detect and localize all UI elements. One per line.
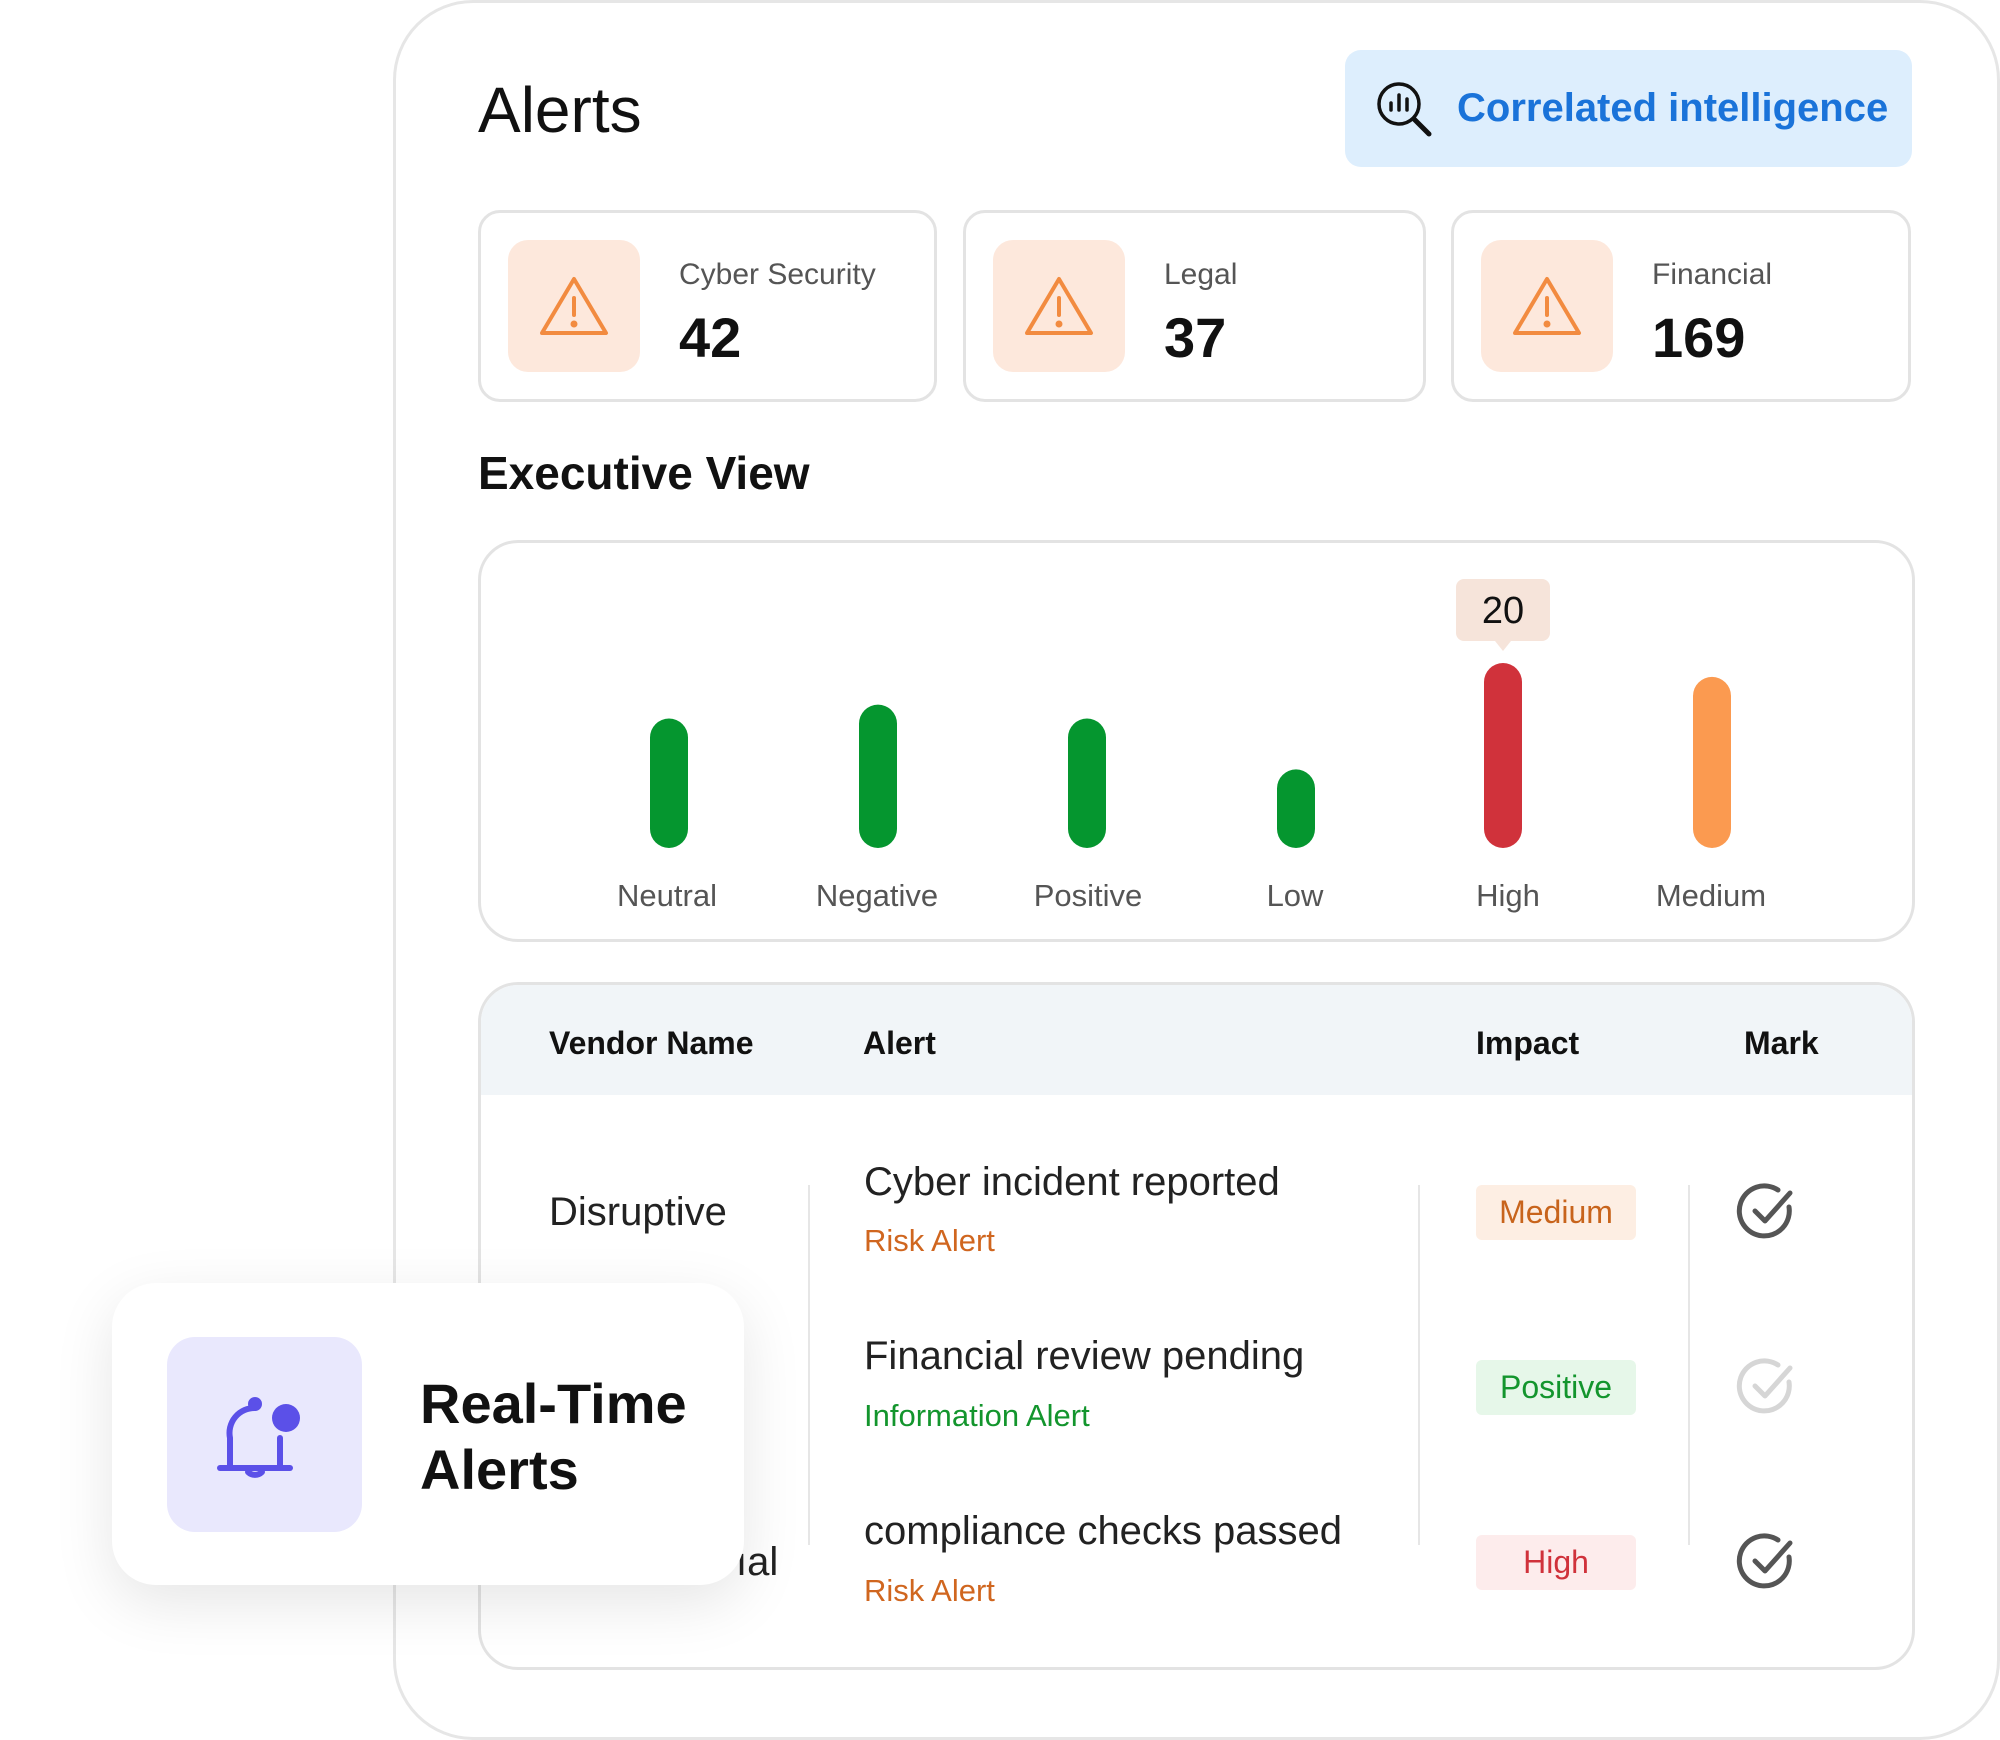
column-divider [808, 1185, 810, 1545]
category-label: Low [1267, 878, 1324, 913]
correlated-intelligence-label: Correlated intelligence [1457, 86, 1889, 130]
column-header-impact[interactable]: Impact [1476, 1025, 1579, 1062]
analytics-search-icon [1377, 81, 1432, 136]
bar-neutral[interactable] [650, 718, 688, 849]
stat-value: 42 [679, 306, 742, 369]
impact-badge: Medium [1476, 1185, 1636, 1240]
stat-card-legal[interactable]: Legal 37 [963, 210, 1426, 402]
alert-type: Risk Alert [864, 1223, 995, 1258]
alert-title: Financial review pending [864, 1334, 1305, 1378]
bar-low[interactable] [1277, 769, 1315, 848]
bar-positive[interactable] [1068, 718, 1106, 849]
impact-badge: Positive [1476, 1360, 1636, 1415]
column-header-vendor[interactable]: Vendor Name [549, 1025, 754, 1062]
stat-card-cyber-security[interactable]: Cyber Security 42 [478, 210, 937, 402]
alert-type: Information Alert [864, 1398, 1090, 1433]
executive-view-title: Executive View [478, 447, 810, 499]
stat-card-financial[interactable]: Financial 169 [1451, 210, 1911, 402]
table-header: Vendor Name Alert Impact Mark [481, 985, 1912, 1095]
alert-title: compliance checks passed [864, 1509, 1343, 1553]
stat-label: Financial [1652, 258, 1773, 291]
executive-view-chart: Neutral Negative Positive Low High 20 Medium [478, 540, 1915, 942]
check-circle-icon[interactable] [1736, 1531, 1796, 1591]
column-header-mark[interactable]: Mark [1744, 1025, 1819, 1062]
real-time-alerts-title: Real-Time Alerts [420, 1372, 687, 1501]
tooltip-value: 20 [1482, 590, 1524, 632]
category-label: Medium [1656, 878, 1766, 913]
category-label: Negative [816, 878, 938, 913]
column-divider [1688, 1185, 1690, 1545]
impact-badge: High [1476, 1535, 1636, 1590]
warning-icon [1481, 240, 1613, 372]
bell-notification-icon [167, 1337, 362, 1532]
category-label: Positive [1034, 878, 1143, 913]
correlated-intelligence-button[interactable]: Correlated intelligence [1345, 50, 1912, 167]
stat-value: 37 [1164, 306, 1227, 369]
alert-title: Cyber incident reported [864, 1160, 1280, 1204]
bar-high[interactable] [1484, 663, 1522, 848]
category-label: Neutral [617, 878, 717, 913]
stat-value: 169 [1652, 306, 1746, 369]
bar-chart: Neutral Negative Positive Low High 20 Medium [617, 579, 1766, 913]
value-tooltip: 20 [1456, 579, 1550, 651]
check-circle-icon[interactable] [1736, 1181, 1796, 1241]
alert-type: Risk Alert [864, 1573, 995, 1608]
column-header-alert[interactable]: Alert [863, 1025, 936, 1062]
vendor-name: Disruptive [549, 1190, 727, 1234]
column-divider [1418, 1185, 1420, 1545]
warning-icon [508, 240, 640, 372]
check-circle-icon[interactable] [1736, 1356, 1796, 1416]
warning-icon [993, 240, 1125, 372]
category-label: High [1476, 878, 1540, 913]
page-title: Alerts [478, 74, 642, 146]
bar-medium[interactable] [1693, 676, 1731, 848]
stat-label: Legal [1164, 258, 1238, 291]
stat-label: Cyber Security [679, 258, 876, 291]
real-time-alerts-card: Real-Time Alerts [112, 1283, 744, 1585]
bar-negative[interactable] [859, 704, 897, 848]
